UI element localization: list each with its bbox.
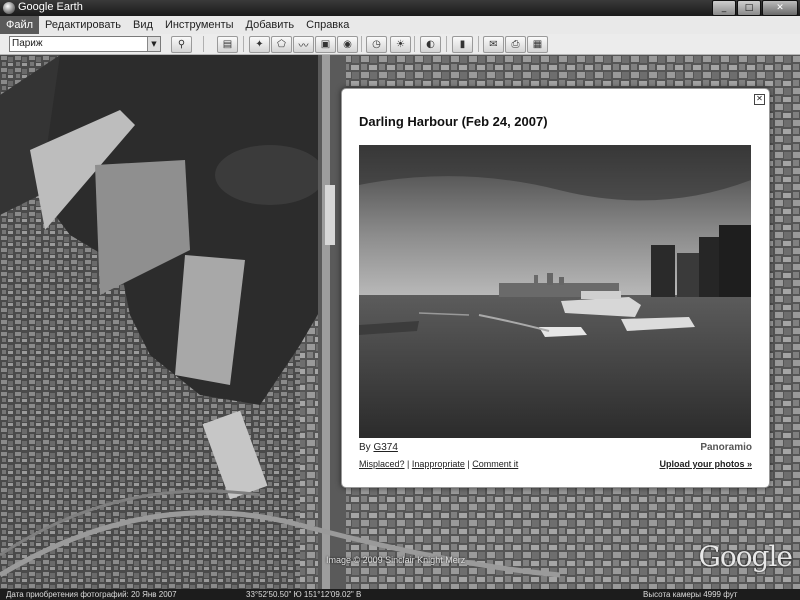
sidebar-icon: ▤ [222,39,233,50]
menu-tools[interactable]: Инструменты [159,16,240,34]
photo-byline: By G374 [359,442,398,453]
google-earth-app-icon [3,2,15,14]
menu-help[interactable]: Справка [300,16,355,34]
search-icon: ⚲ [177,39,186,50]
toolbar-separator [446,36,447,52]
minimize-button[interactable]: _ [712,0,736,16]
polygon-button[interactable]: ⬠ [271,36,292,53]
imagery-credit: Image © 2009 Sinclair Knight Merz [326,555,466,565]
image-overlay-icon: ▣ [320,39,331,50]
inappropriate-link[interactable]: Inappropriate [412,459,465,469]
ruler-button[interactable]: ▮ [452,36,473,53]
sidebar-button[interactable]: ▤ [217,36,238,53]
print-button[interactable]: ⎙ [505,36,526,53]
google-logo: Google [698,540,793,573]
history-icon: ◷ [372,39,381,50]
search-input[interactable]: Париж ▼ [9,36,161,52]
search-value[interactable]: Париж [10,37,147,51]
author-link[interactable]: G374 [373,442,397,453]
print-icon: ⎙ [511,39,520,50]
polygon-icon: ⬠ [277,39,286,50]
sun-icon: ☀ [396,39,405,50]
window-controls: _ □ ✕ [712,0,798,16]
panoramio-logo: Panoramio [700,442,752,453]
email-icon: ✉ [489,39,498,50]
sun-button[interactable]: ☀ [390,36,411,53]
maximize-button[interactable]: □ [737,0,761,16]
photo-info-balloon: ✕ Darling Harbour (Feb 24, 2007) By G374… [341,88,770,488]
menu-edit[interactable]: Редактировать [39,16,127,34]
upload-photos-link[interactable]: Upload your photos » [659,459,752,469]
pointer-coordinates: 33°52'50.50" Ю 151°12'09.02" В [246,590,362,599]
placemark-icon: ✦ [255,39,264,50]
window-title: Google Earth [18,1,83,13]
planet-button[interactable]: ◐ [420,36,441,53]
misplaced-link[interactable]: Misplaced? [359,459,405,469]
path-button[interactable]: 〰 [293,36,314,53]
chevron-down-icon[interactable]: ▼ [147,37,160,51]
photo-actions: Misplaced? | Inappropriate | Comment it [359,459,519,469]
menu-file[interactable]: Файл [0,16,40,34]
harbour-photo[interactable] [359,145,751,438]
maps-button[interactable]: ▦ [527,36,548,53]
close-icon[interactable]: ✕ [754,94,765,105]
title-bar: Google Earth _ □ ✕ [0,0,800,16]
search-button[interactable]: ⚲ [171,36,192,53]
comment-link[interactable]: Comment it [472,459,518,469]
planet-icon: ◐ [426,39,435,50]
toolbar-separator [361,36,362,52]
toolbar: Париж ▼ ⚲ ▤ ✦ ⬠ 〰 ▣ ◉ ◷ ☀ ◐ ▮ ✉ ⎙ ▦ [0,34,800,55]
menu-add[interactable]: Добавить [240,16,301,34]
email-button[interactable]: ✉ [483,36,504,53]
close-window-button[interactable]: ✕ [762,0,798,16]
balloon-title: Darling Harbour (Feb 24, 2007) [359,114,548,129]
toolbar-separator [243,36,244,52]
menu-view[interactable]: Вид [127,16,159,34]
maps-icon: ▦ [532,39,543,50]
placemark-button[interactable]: ✦ [249,36,270,53]
image-overlay-button[interactable]: ▣ [315,36,336,53]
toolbar-separator [478,36,479,52]
history-button[interactable]: ◷ [366,36,387,53]
menu-bar: Файл Редактировать Вид Инструменты Добав… [0,16,800,35]
toolbar-separator [414,36,415,52]
path-icon: 〰 [298,41,309,52]
by-label: By [359,442,371,453]
status-bar: Дата приобретения фотографий: 20 Янв 200… [0,589,800,600]
toolbar-separator [203,36,204,52]
ruler-icon: ▮ [459,39,466,50]
tour-button[interactable]: ◉ [337,36,358,53]
harbour-photo-image [359,145,751,438]
camera-altitude: Высота камеры 4999 фут [643,590,738,599]
tour-icon: ◉ [343,39,352,50]
imagery-date: Дата приобретения фотографий: 20 Янв 200… [6,590,177,599]
